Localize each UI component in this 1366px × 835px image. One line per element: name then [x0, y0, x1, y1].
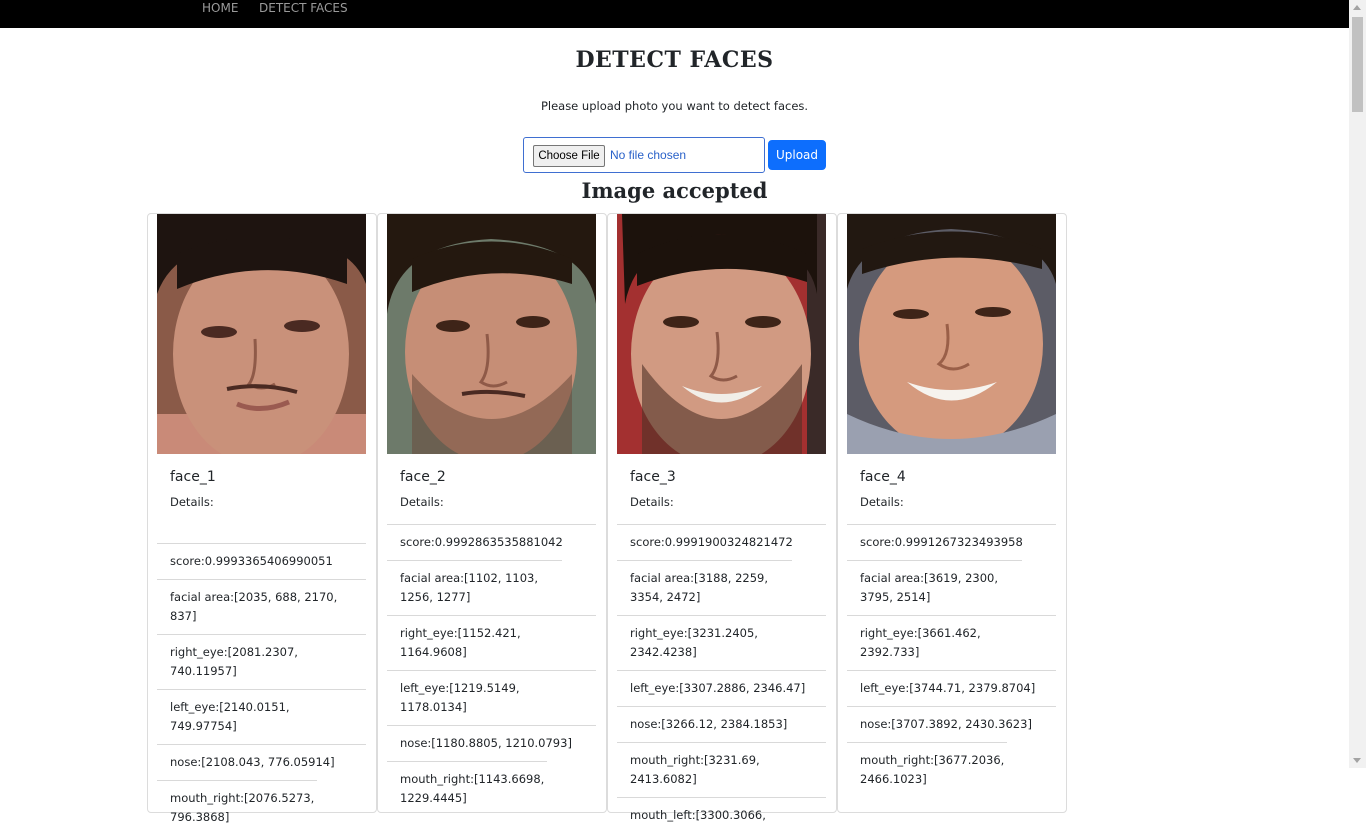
- details-list: score:0.9992863535881042 facial area:[11…: [387, 524, 596, 816]
- page-scrollbar[interactable]: [1349, 0, 1366, 768]
- nav-home-link[interactable]: HOME: [202, 1, 238, 15]
- no-file-chosen-text: No file chosen: [610, 148, 687, 162]
- face-name: face_2: [400, 469, 446, 485]
- page-subtitle: Please upload photo you want to detect f…: [540, 99, 809, 113]
- list-item: facial area:[2035, 688, 2170, 837]: [157, 579, 366, 634]
- face-image: [847, 214, 1056, 454]
- face-card: face_4 Details: score:0.9991267323493958…: [837, 213, 1067, 813]
- choose-file-button[interactable]: Choose File: [533, 145, 605, 167]
- list-item: right_eye:[3231.2405, 2342.4238]: [617, 615, 826, 670]
- top-navbar: HOME DETECT FACES: [0, 0, 1349, 28]
- list-item: left_eye:[3307.2886, 2346.47]: [617, 670, 826, 706]
- list-item: right_eye:[3661.462, 2392.733]: [847, 615, 1056, 670]
- list-item: score:0.9991900324821472: [617, 524, 826, 560]
- face-name: face_4: [860, 469, 906, 485]
- scroll-up-icon[interactable]: [1353, 5, 1361, 10]
- details-list: score:0.9993365406990051 facial area:[20…: [157, 543, 366, 835]
- list-item: left_eye:[1219.5149, 1178.0134]: [387, 670, 596, 725]
- details-list: score:0.9991267323493958 facial area:[36…: [847, 524, 1056, 797]
- face-name: face_3: [630, 469, 676, 485]
- face-image: [157, 214, 366, 454]
- face-card: face_3 Details: score:0.9991900324821472…: [607, 213, 837, 822]
- list-item: score:0.9993365406990051: [157, 543, 366, 579]
- list-item: nose:[3266.12, 2384.1853]: [617, 706, 826, 742]
- list-item: score:0.9992863535881042: [387, 524, 596, 560]
- file-input[interactable]: Choose File No file chosen: [523, 137, 765, 173]
- face-card: face_2 Details: score:0.9992863535881042…: [377, 213, 607, 813]
- details-list: score:0.9991900324821472 facial area:[31…: [617, 524, 826, 833]
- list-item: facial area:[3619, 2300, 3795, 2514]: [847, 560, 1022, 615]
- details-label: Details:: [630, 495, 674, 509]
- list-item: mouth_left:[3300.3066,: [617, 797, 826, 833]
- face-name: face_1: [170, 469, 216, 485]
- details-label: Details:: [860, 495, 904, 509]
- list-item: score:0.9991267323493958: [847, 524, 1056, 560]
- face-image: [387, 214, 596, 454]
- list-item: left_eye:[2140.0151, 749.97754]: [157, 689, 366, 744]
- details-label: Details:: [170, 495, 214, 509]
- page-title: DETECT FACES: [575, 47, 774, 73]
- scrollbar-thumb[interactable]: [1352, 17, 1363, 112]
- list-item: mouth_right:[3677.2036, 2466.1023]: [847, 742, 1007, 797]
- face-image: [617, 214, 826, 454]
- details-label: Details:: [400, 495, 444, 509]
- list-item: mouth_right:[3231.69, 2413.6082]: [617, 742, 826, 797]
- list-item: facial area:[3188, 2259, 3354, 2472]: [617, 560, 792, 615]
- list-item: left_eye:[3744.71, 2379.8704]: [847, 670, 1056, 706]
- list-item: nose:[1180.8805, 1210.0793]: [387, 725, 596, 761]
- scroll-down-icon[interactable]: [1353, 758, 1361, 763]
- upload-button[interactable]: Upload: [768, 140, 826, 170]
- face-card: face_1 Details: score:0.9993365406990051…: [147, 213, 377, 824]
- list-item: right_eye:[2081.2307, 740.11957]: [157, 634, 366, 689]
- list-item: mouth_right:[2076.5273, 796.3868]: [157, 780, 317, 835]
- list-item: nose:[3707.3892, 2430.3623]: [847, 706, 1056, 742]
- status-heading: Image accepted: [581, 178, 768, 203]
- nav-detect-faces-link[interactable]: DETECT FACES: [259, 1, 348, 15]
- list-item: facial area:[1102, 1103, 1256, 1277]: [387, 560, 562, 615]
- list-item: nose:[2108.043, 776.05914]: [157, 744, 366, 780]
- list-item: mouth_right:[1143.6698, 1229.4445]: [387, 761, 547, 816]
- list-item: right_eye:[1152.421, 1164.9608]: [387, 615, 596, 670]
